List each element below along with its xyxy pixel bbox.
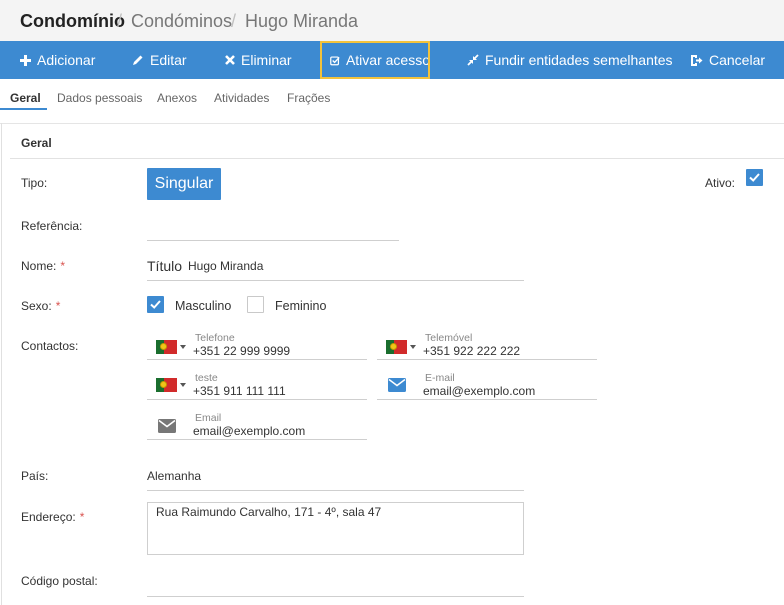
telemovel-input[interactable]: +351 922 222 222 [423, 344, 520, 358]
email-underline [377, 399, 597, 400]
telefone-underline [147, 359, 367, 360]
tab-bar: Geral Dados pessoais Anexos Atividades F… [0, 79, 784, 124]
required-marker: * [55, 299, 61, 313]
checkbox-edit-icon [330, 55, 340, 65]
required-marker: * [60, 259, 66, 273]
pais-label: País: [21, 469, 49, 483]
codigo-postal-underline[interactable] [147, 596, 524, 597]
pais-select[interactable]: Alemanha [147, 469, 201, 483]
plus-icon [20, 54, 31, 66]
tab-anexos[interactable]: Anexos [157, 91, 197, 105]
contactos-label: Contactos: [21, 339, 79, 353]
codigo-postal-label: Código postal: [21, 574, 98, 588]
chevron-down-icon[interactable] [180, 345, 186, 349]
sexo-feminino-checkbox[interactable] [247, 296, 264, 313]
edit-button[interactable]: Editar [132, 41, 187, 79]
sexo-masculino-checkbox[interactable] [147, 296, 164, 313]
content-border [1, 123, 2, 605]
nome-label-text: Nome: [21, 259, 57, 273]
edit-button-label: Editar [150, 52, 187, 68]
email2-input[interactable]: email@exemplo.com [193, 424, 305, 438]
sexo-label-text: Sexo: [21, 299, 52, 313]
telemovel-underline [377, 359, 597, 360]
tipo-label: Tipo: [21, 176, 48, 190]
section-title: Geral [21, 136, 52, 150]
required-marker: * [79, 510, 85, 524]
checkmark-icon [150, 300, 161, 309]
cancel-button-label: Cancelar [709, 52, 766, 68]
sign-out-icon [691, 54, 703, 66]
tab-geral[interactable]: Geral [10, 91, 41, 105]
endereco-label: Endereço: * [21, 510, 84, 524]
portugal-flag-icon[interactable] [386, 340, 407, 354]
activate-access-button[interactable]: Ativar acesso [320, 41, 430, 79]
telemovel-label: Telemóvel [425, 332, 473, 344]
activate-access-label: Ativar acesso [345, 52, 430, 68]
tab-atividades[interactable]: Atividades [214, 91, 269, 105]
merge-entities-label: Fundir entidades semelhantes [485, 52, 673, 68]
breadcrumb-current: Hugo Miranda [245, 11, 359, 31]
ativo-checkbox[interactable] [746, 169, 763, 186]
referencia-underline [147, 240, 399, 241]
add-button-label: Adicionar [37, 52, 96, 68]
tipo-singular-button[interactable]: Singular [147, 168, 221, 200]
close-icon [225, 55, 235, 65]
portugal-flag-icon[interactable] [156, 340, 177, 354]
pais-underline [147, 490, 524, 491]
ativo-label: Ativo: [705, 176, 736, 190]
tab-dados-pessoais[interactable]: Dados pessoais [57, 91, 142, 105]
nome-label: Nome: * [21, 259, 65, 273]
pencil-icon [133, 55, 143, 65]
breadcrumb-separator: / [117, 11, 123, 31]
breadcrumb-condominos[interactable]: Condóminos [131, 11, 232, 32]
teste-input[interactable]: +351 911 111 111 [193, 384, 286, 398]
telefone-label: Telefone [195, 332, 235, 344]
portugal-flag-icon[interactable] [156, 378, 177, 392]
sexo-label: Sexo: * [21, 299, 60, 313]
referencia-label: Referência: [21, 219, 83, 233]
teste-underline [147, 399, 367, 400]
nome-title-prefix[interactable]: Título [147, 258, 182, 274]
teste-label: teste [195, 372, 218, 384]
endereco-label-text: Endereço: [21, 510, 76, 524]
email2-label: Email [195, 412, 222, 424]
endereco-value: Rua Raimundo Carvalho, 171 - 4º, sala 47 [156, 505, 382, 519]
nome-input[interactable]: Hugo Miranda [188, 259, 263, 273]
sexo-feminino-label: Feminino [275, 299, 327, 313]
action-toolbar: Adicionar Editar Eliminar Ativar acesso … [0, 41, 784, 79]
breadcrumb-root[interactable]: Condomínio [20, 11, 125, 32]
chevron-down-icon[interactable] [410, 345, 416, 349]
merge-entities-button[interactable]: Fundir entidades semelhantes [467, 41, 673, 79]
endereco-textarea[interactable]: Rua Raimundo Carvalho, 171 - 4º, sala 47 [147, 502, 524, 555]
section-divider [10, 158, 784, 159]
add-button[interactable]: Adicionar [20, 41, 95, 79]
email-label: E-mail [425, 372, 455, 384]
sexo-masculino-label: Masculino [175, 299, 232, 313]
active-tab-indicator [0, 108, 47, 110]
envelope-icon [158, 419, 176, 433]
compress-icon [467, 54, 479, 66]
delete-button-label: Eliminar [241, 52, 292, 68]
email-input[interactable]: email@exemplo.com [423, 384, 535, 398]
breadcrumb-separator: / [231, 11, 237, 31]
checkmark-icon [749, 173, 760, 182]
telefone-input[interactable]: +351 22 999 9999 [193, 344, 290, 358]
email2-underline [147, 439, 367, 440]
delete-button[interactable]: Eliminar [225, 41, 292, 79]
tab-fracoes[interactable]: Frações [287, 91, 330, 105]
cancel-button[interactable]: Cancelar [690, 41, 765, 79]
envelope-icon [388, 378, 406, 392]
nome-underline [147, 280, 524, 281]
chevron-down-icon[interactable] [180, 383, 186, 387]
breadcrumb-bar: Condomínio / Condóminos / Hugo Miranda [0, 0, 784, 42]
